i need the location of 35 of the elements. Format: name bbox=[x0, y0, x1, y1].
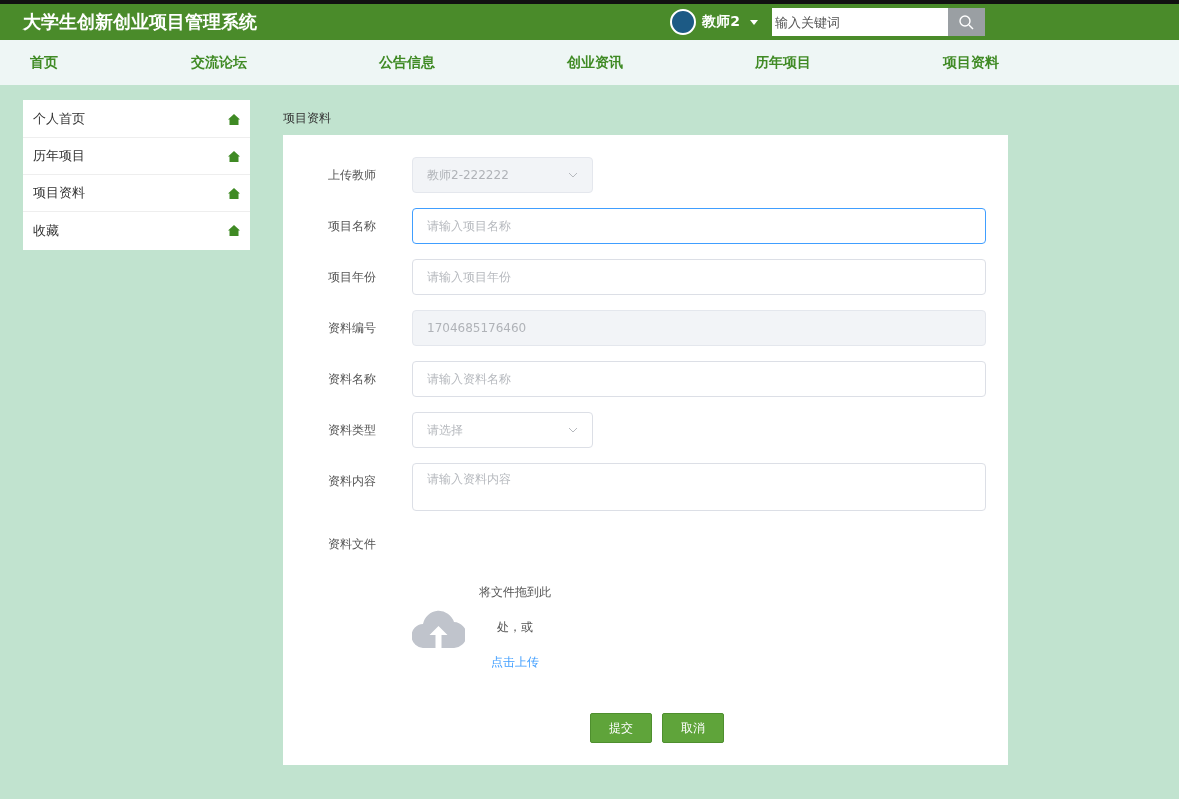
user-name[interactable]: 教师2 bbox=[702, 13, 740, 31]
field-label: 项目名称 bbox=[328, 218, 377, 235]
house-icon bbox=[228, 187, 240, 199]
house-icon bbox=[228, 150, 240, 162]
field-label: 资料文件 bbox=[328, 536, 377, 553]
page-title: 项目资料 bbox=[283, 110, 332, 127]
submit-button[interactable]: 提交 bbox=[590, 713, 652, 743]
select-field[interactable]: 请选择 bbox=[412, 412, 593, 448]
house-icon bbox=[228, 225, 240, 236]
upload-hint: 将文件拖到此处，或 点击上传 bbox=[478, 584, 552, 671]
nav-link[interactable]: 项目资料 bbox=[943, 53, 1131, 72]
house-icon bbox=[228, 113, 240, 125]
field-label: 项目年份 bbox=[328, 269, 377, 286]
cancel-button[interactable]: 取消 bbox=[662, 713, 724, 743]
input-field[interactable]: 请输入项目名称 bbox=[412, 208, 986, 244]
textarea-field[interactable]: 请输入资料内容 bbox=[412, 463, 986, 511]
nav-link[interactable]: 公告信息 bbox=[379, 53, 567, 72]
search-button[interactable] bbox=[948, 8, 985, 36]
upload-link[interactable]: 点击上传 bbox=[491, 655, 539, 669]
field-label: 资料类型 bbox=[328, 422, 377, 439]
field-label: 资料名称 bbox=[328, 371, 377, 388]
nav-link[interactable]: 历年项目 bbox=[755, 53, 943, 72]
upload-area[interactable]: 将文件拖到此处，或 点击上传 bbox=[412, 575, 986, 680]
field-label: 资料编号 bbox=[328, 320, 377, 337]
search-icon bbox=[959, 14, 974, 30]
avatar[interactable] bbox=[670, 9, 697, 35]
caret-icon[interactable] bbox=[750, 19, 758, 25]
nav-link[interactable]: 交流论坛 bbox=[191, 53, 379, 72]
field-label: 资料内容 bbox=[328, 473, 377, 490]
nav-link[interactable]: 首页 bbox=[30, 53, 191, 72]
chevron-icon bbox=[568, 172, 578, 178]
chevron-icon bbox=[568, 427, 578, 433]
site-title: 大学生创新创业项目管理系统 bbox=[23, 10, 258, 34]
nav-link[interactable]: 创业资讯 bbox=[567, 53, 755, 72]
field-label: 上传教师 bbox=[328, 167, 377, 184]
